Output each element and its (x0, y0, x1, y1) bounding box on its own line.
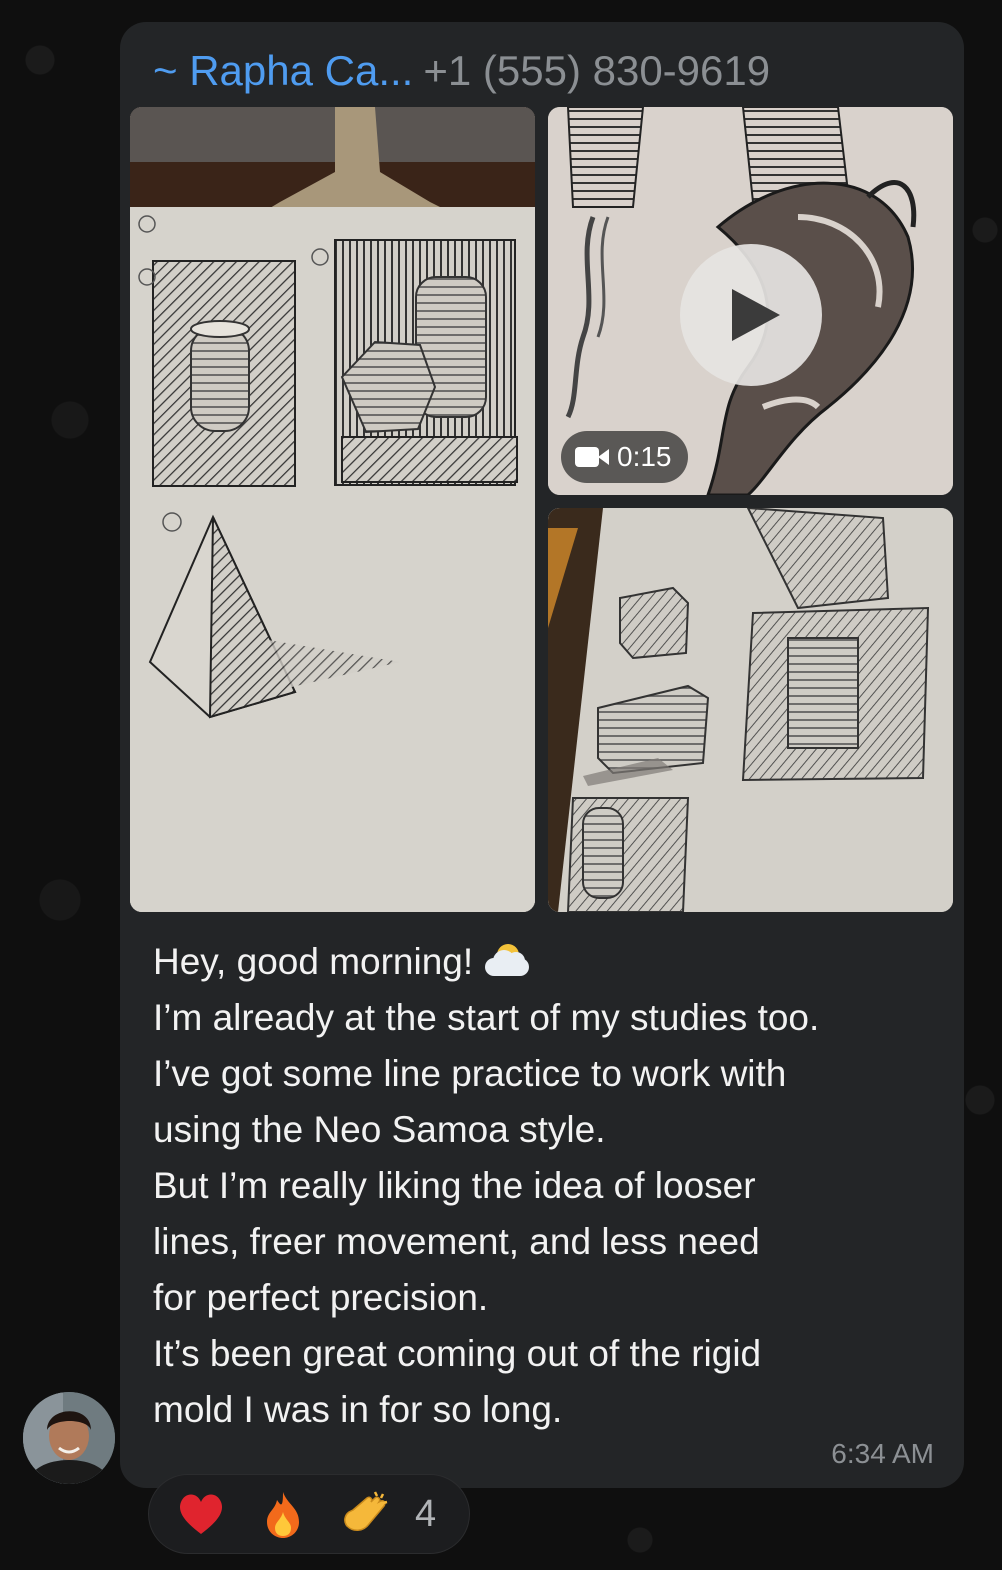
media-video[interactable]: 0:15 (548, 107, 953, 495)
message-line: I’ve got some line practice to work with (153, 1053, 787, 1094)
clapping-hands-icon[interactable] (339, 1488, 391, 1540)
avatar-image (23, 1392, 115, 1484)
message-line: It’s been great coming out of the rigid (153, 1333, 762, 1374)
message-line: for perfect precision. (153, 1277, 489, 1318)
sender-name[interactable]: ~ Rapha Ca... (153, 47, 413, 94)
message-line: Hey, good morning! (153, 934, 943, 990)
message-line: But I’m really liking the idea of looser (153, 1165, 756, 1206)
reactions-bar[interactable]: 4 (148, 1474, 470, 1554)
sketch-photo-image (130, 107, 535, 912)
play-button[interactable] (680, 244, 822, 386)
message-timestamp: 6:34 AM (831, 1438, 934, 1469)
message-line: using the Neo Samoa style. (153, 1109, 606, 1150)
play-icon (732, 289, 780, 341)
video-camera-icon (575, 447, 609, 467)
heart-icon[interactable] (175, 1488, 227, 1540)
message-line: mold I was in for so long. (153, 1389, 563, 1430)
reaction-count: 4 (415, 1492, 437, 1535)
sun-behind-cloud-icon (483, 944, 531, 978)
message-text: Hey, good morning! I’m already at the st… (153, 934, 943, 1438)
video-duration-badge: 0:15 (561, 431, 688, 483)
message-line: I’m already at the start of my studies t… (153, 997, 820, 1038)
video-duration: 0:15 (617, 441, 672, 472)
sketch-photo-image (548, 508, 953, 912)
media-photo-1[interactable] (130, 107, 535, 912)
media-photo-2[interactable] (548, 508, 953, 912)
sender-header[interactable]: ~ Rapha Ca... +1 (555) 830-9619 (153, 46, 770, 96)
message-bubble[interactable]: ~ Rapha Ca... +1 (555) 830-9619 0:15 Hey… (120, 22, 964, 1488)
sender-phone: +1 (555) 830-9619 (423, 47, 771, 94)
avatar[interactable] (23, 1392, 115, 1484)
message-line: lines, freer movement, and less need (153, 1221, 760, 1262)
fire-icon[interactable] (257, 1488, 309, 1540)
